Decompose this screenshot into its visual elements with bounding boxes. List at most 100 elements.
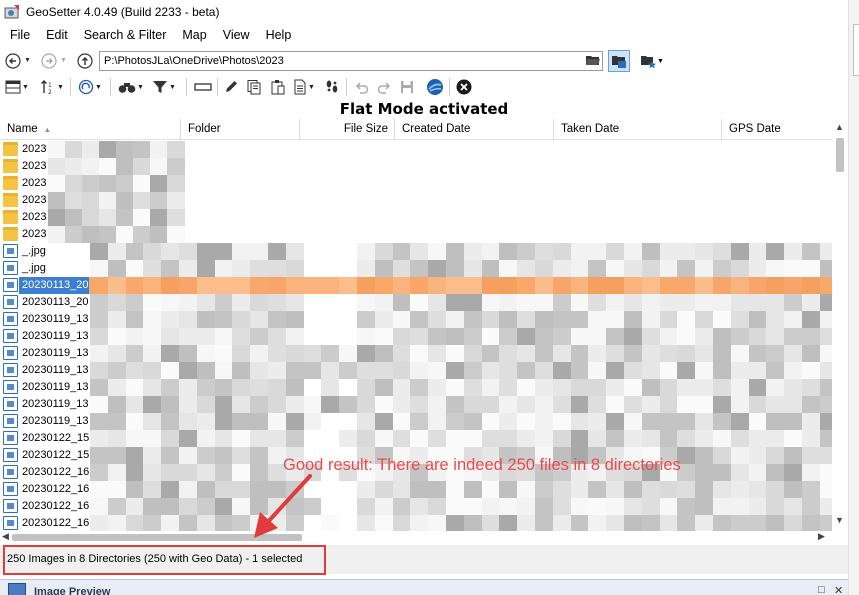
redacted-cell	[65, 192, 83, 209]
favorites-dropdown-icon[interactable]: ▼	[657, 58, 664, 65]
folder-row[interactable]: 2023	[0, 175, 832, 192]
scroll-up-icon[interactable]: ▲	[835, 122, 844, 132]
file-row[interactable]: 20230122_16	[0, 481, 832, 498]
filter-button[interactable]: ▼	[152, 78, 176, 96]
redacted-cell	[90, 464, 108, 481]
favorites-button[interactable]	[640, 53, 658, 72]
refresh-button[interactable]: ▼	[78, 78, 102, 96]
column-header-folder[interactable]: Folder	[181, 119, 300, 140]
redacted-cell	[802, 277, 820, 294]
edit-data-button[interactable]	[223, 78, 239, 96]
file-row[interactable]: 20230119_13	[0, 311, 832, 328]
scroll-down-icon[interactable]: ▼	[835, 515, 844, 525]
redacted-cell	[552, 379, 571, 396]
folder-row[interactable]: 2023	[0, 226, 832, 243]
file-row[interactable]: 20230119_13	[0, 362, 832, 379]
redacted-cell	[446, 379, 464, 396]
menu-help[interactable]: Help	[256, 28, 298, 42]
forward-dropdown-icon[interactable]: ▼	[60, 57, 67, 64]
menu-map[interactable]: Map	[172, 28, 212, 42]
redacted-cell	[116, 192, 134, 209]
redacted-cell	[214, 345, 233, 362]
file-row[interactable]: 20230119_13	[0, 345, 832, 362]
binoculars-icon	[118, 83, 136, 93]
google-earth-button[interactable]	[426, 78, 444, 96]
file-row[interactable]: 20230119_13	[0, 328, 832, 345]
rename-button[interactable]	[194, 78, 212, 96]
folder-row[interactable]: 2023	[0, 141, 832, 158]
folder-row[interactable]: 2023	[0, 192, 832, 209]
app-icon	[4, 4, 20, 20]
side-panel-tab[interactable]	[853, 24, 859, 76]
redacted-cell	[641, 515, 660, 531]
column-header-created-date[interactable]: Created Date	[395, 119, 554, 140]
menu-file[interactable]: File	[0, 28, 36, 42]
tracks-button[interactable]	[324, 78, 340, 96]
file-row[interactable]: 20230113_20	[0, 294, 832, 311]
file-row[interactable]: 20230119_13	[0, 379, 832, 396]
file-row[interactable]: 20230122_15	[0, 430, 832, 447]
redacted-cell	[250, 345, 269, 362]
file-row[interactable]: 20230122_16	[0, 515, 832, 531]
file-row[interactable]: _.jpg	[0, 243, 832, 260]
column-header-name[interactable]: Name ▲	[0, 119, 181, 140]
up-button[interactable]	[76, 52, 94, 70]
file-row[interactable]: 20230119_13	[0, 396, 832, 413]
browse-folder-button[interactable]	[585, 52, 601, 71]
scroll-right-icon[interactable]: ▶	[818, 531, 825, 542]
file-row[interactable]: 20230119_13	[0, 413, 832, 430]
file-row[interactable]: _.jpg	[0, 260, 832, 277]
menu-edit[interactable]: Edit	[36, 28, 74, 42]
address-field[interactable]: P:\PhotosJLa\OneDrive\Photos\2023	[99, 51, 603, 71]
column-header-file-size[interactable]: File Size	[300, 119, 395, 140]
column-header-gps-date[interactable]: GPS Date	[722, 119, 832, 140]
redacted-cell	[517, 277, 536, 294]
undo-button[interactable]	[354, 78, 370, 96]
redacted-cell	[713, 294, 731, 311]
redacted-cell	[90, 396, 108, 413]
vertical-scroll-thumb[interactable]	[836, 138, 844, 172]
search-button[interactable]: ▼	[118, 78, 144, 96]
redacted-cell	[48, 175, 66, 192]
save-button[interactable]	[399, 78, 415, 96]
redacted-cell	[150, 158, 168, 175]
back-button[interactable]	[4, 52, 22, 70]
redacted-cell	[677, 515, 696, 531]
close-circle-icon	[456, 79, 472, 95]
row-name: 20230119_13	[22, 381, 89, 393]
pane-close-icon[interactable]: ✕	[834, 584, 843, 595]
template-button[interactable]: ▼	[293, 78, 315, 96]
redacted-cell	[232, 396, 251, 413]
folder-row[interactable]: 2023	[0, 158, 832, 175]
navigation-bar: ▼ ▼ P:\PhotosJLa\OneDrive\Photos\2023 ▼	[0, 49, 859, 73]
close-button[interactable]	[456, 78, 472, 96]
redacted-cell	[179, 481, 197, 498]
pane-restore-icon[interactable]: □	[818, 584, 825, 595]
horizontal-scrollbar[interactable]: ◀ ▶	[0, 531, 832, 544]
redo-button[interactable]	[376, 78, 392, 96]
file-row[interactable]: 20230113_20	[0, 277, 832, 294]
redacted-cell	[677, 498, 696, 515]
file-row[interactable]: 20230122_16	[0, 498, 832, 515]
forward-button[interactable]	[40, 52, 58, 70]
redacted-cell	[250, 413, 269, 430]
redacted-cell	[285, 294, 304, 311]
row-name: 20230122_16	[22, 500, 90, 512]
folder-row[interactable]: 2023	[0, 209, 832, 226]
scroll-left-icon[interactable]: ◀	[2, 531, 9, 542]
menu-search-filter[interactable]: Search & Filter	[74, 28, 173, 42]
back-dropdown-icon[interactable]: ▼	[24, 57, 31, 64]
column-header-taken-date[interactable]: Taken Date	[554, 119, 722, 140]
menu-view[interactable]: View	[213, 28, 256, 42]
vertical-scrollbar[interactable]: ▲ ▼	[832, 119, 848, 531]
redacted-cell	[374, 362, 393, 379]
copy-data-button[interactable]	[246, 78, 262, 96]
redacted-cell	[285, 430, 304, 447]
redacted-cell	[250, 311, 269, 328]
paste-data-button[interactable]	[270, 78, 286, 96]
redacted-cell	[150, 141, 168, 158]
columns-button[interactable]: ▼	[5, 78, 29, 96]
redacted-cell	[677, 379, 696, 396]
flat-mode-toggle[interactable]	[608, 50, 630, 72]
sort-button[interactable]: 1 2 ▼	[40, 78, 64, 96]
